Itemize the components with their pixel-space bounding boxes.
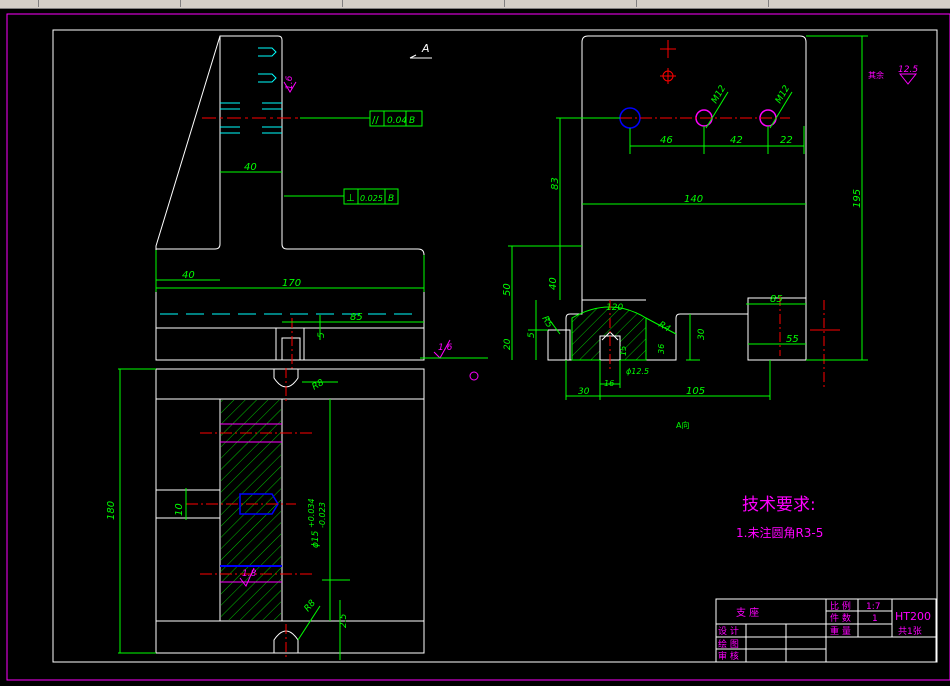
- dim-m12-b: M12: [774, 84, 792, 106]
- dim-5: 5: [317, 332, 327, 338]
- dim-40-top: 40: [244, 162, 257, 173]
- toolbar-segment[interactable]: [344, 0, 505, 7]
- sheet-border: [6, 13, 950, 681]
- dim-46: 46: [660, 135, 673, 146]
- perpendicular-tolerance-frame: ⊥ 0.025 B: [284, 188, 399, 205]
- dim-85: 85: [350, 312, 363, 323]
- roughness-mark-2: 1.6: [420, 339, 488, 381]
- dim-40-bottom: 40: [182, 270, 195, 281]
- dim-180: 180: [106, 501, 117, 520]
- scale-label: 比 例: [830, 600, 851, 612]
- dim-195: 195: [852, 189, 863, 208]
- side-view-holes: [619, 70, 777, 129]
- parallel-datum: B: [409, 116, 415, 126]
- section-arrow: [409, 54, 432, 59]
- dim-22: 22: [780, 135, 793, 146]
- dim-16: 16: [604, 379, 614, 388]
- dim-20: 20: [503, 338, 513, 350]
- application-toolbar-strip: [0, 0, 950, 9]
- dim-2-5: 2.5: [339, 613, 349, 628]
- dim-85-side: 85: [770, 294, 783, 305]
- dim-30-right: 30: [697, 328, 707, 340]
- dim-50: 50: [502, 283, 513, 296]
- perp-value: 0.025: [360, 194, 383, 203]
- scale-value: 1:7: [866, 602, 880, 612]
- parallel-symbol: //: [372, 115, 379, 126]
- dim-15: 15: [619, 346, 628, 356]
- dim-42: 42: [730, 135, 743, 146]
- dim-phi12: ϕ12.5: [626, 367, 649, 376]
- dim-r5: R5: [539, 315, 554, 331]
- design-label: 设 计: [718, 625, 739, 637]
- perp-symbol: ⊥: [346, 193, 355, 204]
- toolbar-segment[interactable]: [40, 0, 181, 7]
- tech-title: 技术要求:: [742, 495, 816, 515]
- dim-140: 140: [684, 194, 703, 205]
- dim-36: 36: [657, 344, 666, 354]
- dim-40: 40: [548, 277, 559, 290]
- dim-tol-upper: +0.034: [307, 498, 316, 528]
- roughness-mark-4: 其余 12.5: [868, 65, 918, 85]
- dim-tol-lower: -0.023: [318, 502, 327, 528]
- dim-55: 55: [786, 334, 799, 345]
- dim-phi15: ϕ15: [311, 530, 321, 548]
- top-view: [155, 368, 425, 654]
- roughness-mark-1: 1.6: [283, 75, 297, 93]
- part-name: 支 座: [736, 606, 759, 619]
- svg-text:1.6: 1.6: [285, 75, 295, 90]
- drawing-label: 绘 图: [718, 638, 739, 650]
- svg-text:1.8: 1.8: [242, 569, 257, 579]
- svg-text:1.6: 1.6: [438, 343, 453, 353]
- view-label: A向: [676, 420, 689, 430]
- review-label: 审 核: [718, 650, 739, 662]
- svg-text:12.5: 12.5: [898, 65, 918, 75]
- perp-datum: B: [388, 194, 394, 204]
- toolbar-segment[interactable]: [638, 0, 769, 7]
- parallel-tolerance-frame: // 0.04 B: [300, 110, 423, 127]
- dim-120: 120: [606, 303, 623, 313]
- front-view-centerlines: [202, 117, 300, 372]
- dim-r4: R4: [657, 320, 673, 335]
- dim-30-bottom: 30: [578, 387, 590, 397]
- side-view-dimensions: [508, 35, 868, 400]
- dim-10: 10: [174, 503, 185, 516]
- dim-r8-a: R8: [311, 378, 327, 393]
- section-label: A: [421, 42, 430, 55]
- sheets: 共1张: [898, 626, 922, 637]
- drawing-canvas[interactable]: A // 0.04 B ⊥ 0.025 B 1.6 1.6 40 40 170 …: [0, 9, 950, 682]
- dim-170: 170: [282, 278, 301, 289]
- toolbar-segment[interactable]: [0, 0, 39, 7]
- tech-item-1: 1.未注圆角R3-5: [736, 525, 823, 540]
- front-dimensions: [155, 171, 425, 340]
- weight-label: 重 量: [830, 625, 851, 637]
- dim-m12-a: M12: [710, 84, 728, 106]
- side-view-section-hatch: [571, 306, 647, 361]
- svg-text:其余: 其余: [868, 70, 884, 80]
- dim-83: 83: [550, 177, 561, 190]
- toolbar-segment[interactable]: [506, 0, 637, 7]
- parallel-value: 0.04: [387, 116, 407, 126]
- material: HT200: [895, 610, 931, 623]
- qty-value: 1: [872, 614, 878, 624]
- dim-5-side: 5: [527, 332, 537, 338]
- toolbar-segment[interactable]: [182, 0, 343, 7]
- qty-label: 件 数: [830, 612, 851, 624]
- dim-105: 105: [686, 386, 705, 397]
